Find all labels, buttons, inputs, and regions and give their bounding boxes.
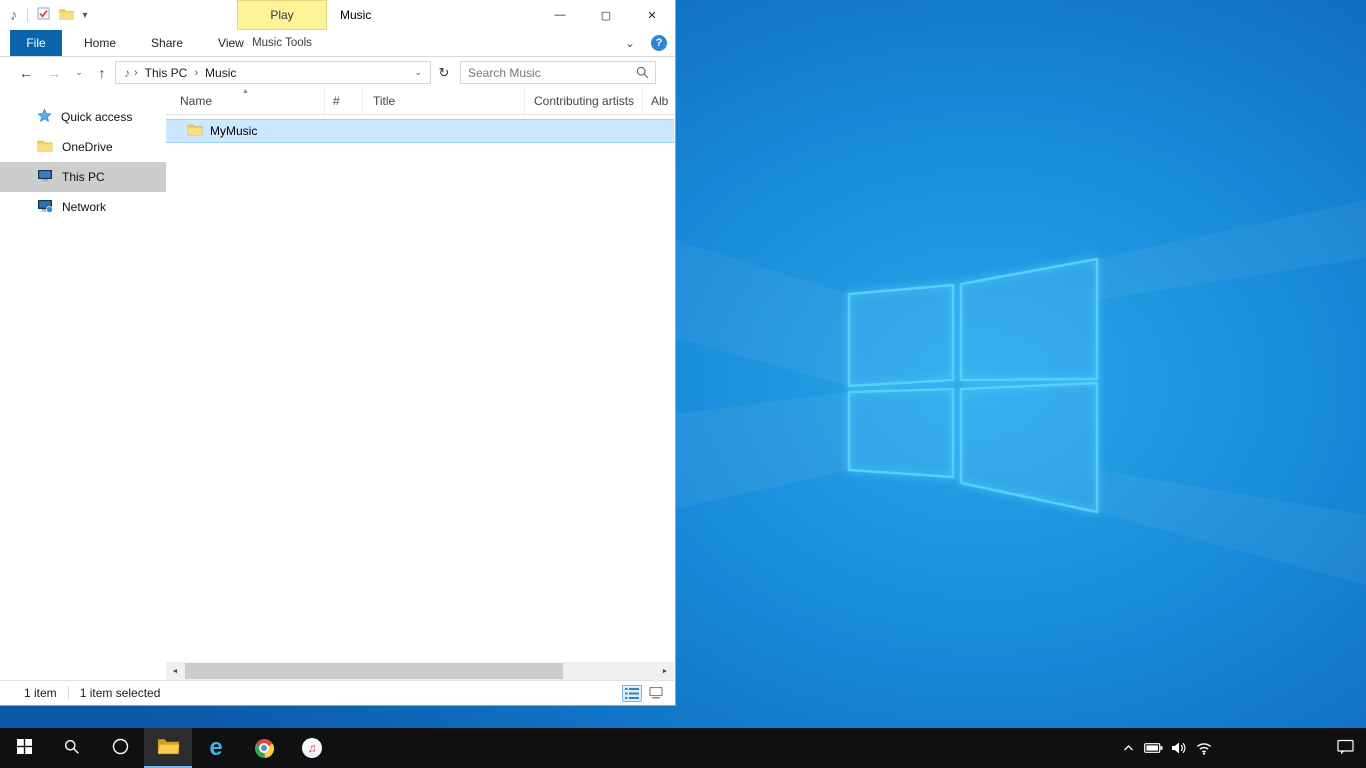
column-label: Alb <box>651 94 668 108</box>
maximize-button[interactable]: ▢ <box>583 0 629 30</box>
toolbar-separator <box>27 8 28 22</box>
file-explorer-window: ♪ ▾ Play Music — ▢ ✕ File Home Share Vie… <box>0 0 676 706</box>
column-header-album[interactable]: Alb <box>643 88 674 114</box>
chrome-icon <box>255 739 274 758</box>
music-note-icon: ♪ <box>10 7 18 24</box>
taskbar-search-button[interactable] <box>48 728 96 768</box>
windows-logo-icon <box>17 739 32 757</box>
action-center-icon <box>1337 739 1354 758</box>
address-music-icon: ♪ <box>124 66 130 80</box>
address-row: ← → ⌄ ↑ ♪ › This PC › Music ⌄ ↻ <box>0 57 675 88</box>
taskbar-clock-area <box>1216 728 1324 768</box>
ribbon-collapse-icon[interactable]: ⌄ <box>619 30 641 56</box>
chrome-button[interactable] <box>240 728 288 768</box>
play-checkbox-icon[interactable] <box>37 7 50 23</box>
address-dropdown-icon[interactable]: ⌄ <box>410 67 426 78</box>
refresh-button[interactable]: ↻ <box>433 61 455 84</box>
titlebar: ♪ ▾ Play Music — ▢ ✕ <box>0 0 675 30</box>
itunes-icon: ♫ <box>302 738 322 758</box>
tab-music-tools[interactable]: Music Tools <box>237 30 327 56</box>
status-bar: 1 item 1 item selected <box>0 680 674 705</box>
window-title: Music <box>340 0 371 30</box>
file-name: MyMusic <box>210 124 257 138</box>
forward-button[interactable]: → <box>42 57 66 88</box>
onedrive-folder-icon <box>37 139 53 155</box>
breadcrumb-this-pc[interactable]: This PC <box>138 66 195 80</box>
folder-icon <box>187 123 203 139</box>
start-button[interactable] <box>0 728 48 768</box>
scroll-right-icon[interactable]: ► <box>656 662 674 680</box>
close-button[interactable]: ✕ <box>629 0 675 30</box>
navigation-pane: Quick access OneDrive This PC Network <box>0 88 166 680</box>
quick-access-toolbar: ♪ ▾ <box>10 0 88 30</box>
taskbar-file-explorer-button[interactable] <box>144 728 192 768</box>
internet-explorer-button[interactable]: e <box>192 728 240 768</box>
breadcrumb-music[interactable]: Music <box>198 66 243 80</box>
search-icon <box>64 739 80 758</box>
scroll-left-icon[interactable]: ◄ <box>166 662 184 680</box>
column-label: Name <box>180 94 212 108</box>
cortana-button[interactable] <box>96 728 144 768</box>
recent-locations-dropdown-icon[interactable]: ⌄ <box>70 57 88 88</box>
up-button[interactable]: ↑ <box>90 57 114 88</box>
tab-share[interactable]: Share <box>138 30 196 56</box>
tab-home[interactable]: Home <box>71 30 129 56</box>
column-header-number[interactable]: # <box>325 88 363 114</box>
view-toggle-buttons <box>622 685 666 702</box>
network-wifi-icon[interactable] <box>1191 728 1216 768</box>
taskbar: e ♫ <box>0 728 1366 768</box>
sort-ascending-icon: ▲ <box>242 88 249 95</box>
scrollbar-thumb[interactable] <box>185 663 563 679</box>
large-icons-view-button[interactable] <box>646 685 666 702</box>
details-view-button[interactable] <box>622 685 642 702</box>
computer-monitor-icon <box>37 169 53 186</box>
minimize-button[interactable]: — <box>537 0 583 30</box>
selection-count: 1 item selected <box>80 686 161 700</box>
horizontal-scrollbar[interactable]: ◄ ► <box>166 662 674 680</box>
cortana-circle-icon <box>112 738 129 758</box>
customize-qat-dropdown-icon[interactable]: ▾ <box>83 10 88 21</box>
sidebar-item-this-pc[interactable]: This PC <box>0 162 166 192</box>
ribbon-tab-row: File Home Share View Music Tools ⌄ ? <box>0 30 675 57</box>
star-icon <box>37 108 52 126</box>
tab-file[interactable]: File <box>10 30 62 56</box>
window-controls: — ▢ ✕ <box>537 0 675 30</box>
sidebar-item-label: This PC <box>62 170 105 184</box>
column-label: Title <box>373 94 395 108</box>
status-divider <box>68 686 69 700</box>
file-row-mymusic[interactable]: MyMusic <box>166 119 674 143</box>
sidebar-item-onedrive[interactable]: OneDrive <box>0 132 166 162</box>
column-label: # <box>333 94 340 108</box>
sidebar-item-network[interactable]: Network <box>0 192 166 222</box>
search-box <box>460 61 656 84</box>
file-list: ▲ Name # Title Contributing artists Alb … <box>166 88 674 680</box>
battery-icon[interactable] <box>1141 728 1166 768</box>
action-center-button[interactable] <box>1324 728 1366 768</box>
column-headers: ▲ Name # Title Contributing artists Alb <box>166 88 674 115</box>
item-count: 1 item <box>24 686 57 700</box>
internet-explorer-icon: e <box>209 736 222 760</box>
sidebar-item-label: Network <box>62 200 106 214</box>
volume-icon[interactable] <box>1166 728 1191 768</box>
help-button[interactable]: ? <box>651 35 667 51</box>
network-monitor-icon <box>37 199 53 216</box>
file-explorer-icon <box>157 737 180 758</box>
column-header-contributing-artists[interactable]: Contributing artists <box>525 88 643 114</box>
column-header-name[interactable]: ▲ Name <box>166 88 325 114</box>
system-tray <box>1116 728 1366 768</box>
sidebar-item-quick-access[interactable]: Quick access <box>0 102 166 132</box>
search-icon[interactable] <box>636 66 655 79</box>
sidebar-item-label: OneDrive <box>62 140 113 154</box>
search-input[interactable] <box>461 66 636 80</box>
hidden-icons-chevron-icon[interactable] <box>1116 728 1141 768</box>
itunes-button[interactable]: ♫ <box>288 728 336 768</box>
sidebar-item-label: Quick access <box>61 110 132 124</box>
back-button[interactable]: ← <box>14 57 38 88</box>
contextual-tab-play[interactable]: Play <box>237 0 327 30</box>
column-label: Contributing artists <box>534 94 634 108</box>
folder-icon[interactable] <box>59 8 74 23</box>
address-bar[interactable]: ♪ › This PC › Music ⌄ <box>115 61 431 84</box>
column-header-title[interactable]: Title <box>363 88 525 114</box>
